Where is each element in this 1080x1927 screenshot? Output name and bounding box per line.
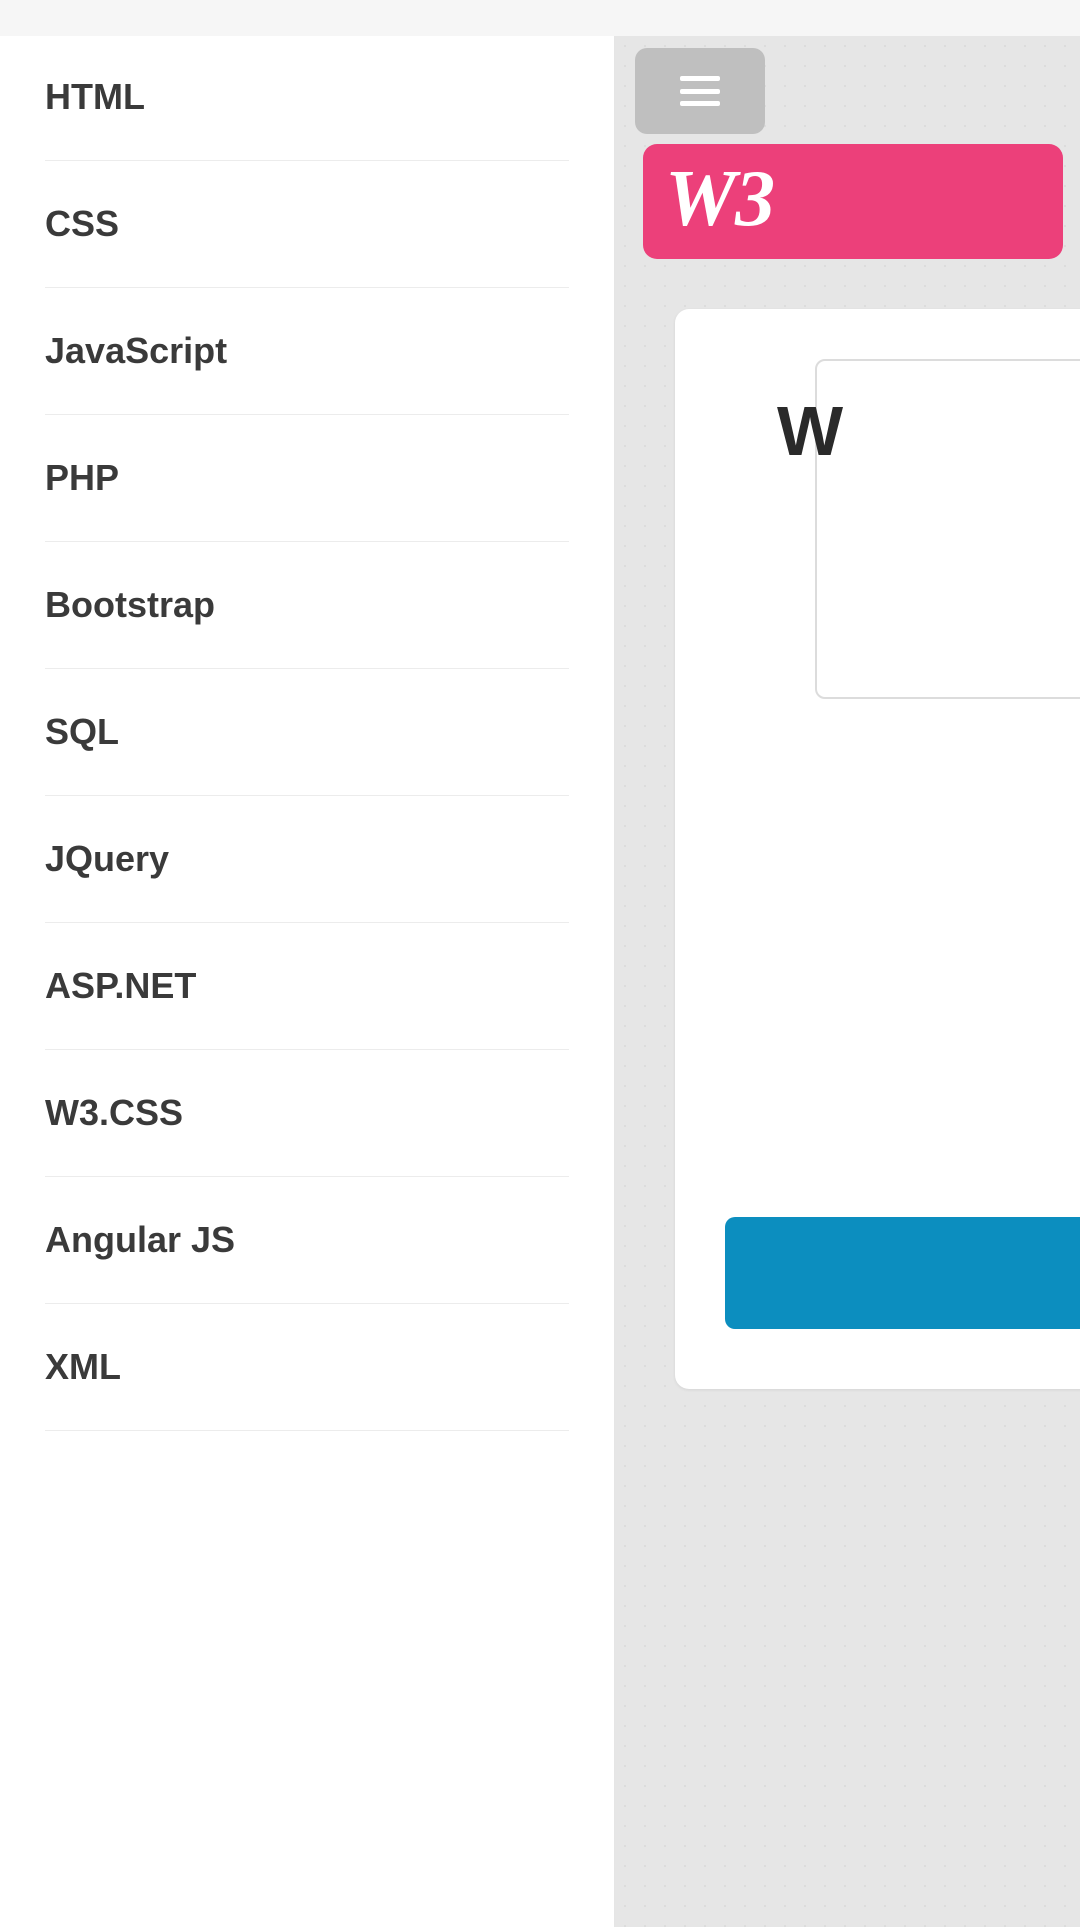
sidebar-item-sql[interactable]: SQL [45,669,569,796]
menu-toggle-button[interactable] [635,48,765,134]
hamburger-icon [680,76,720,106]
sidebar-item-label: PHP [45,457,119,498]
sidebar-item-label: HTML [45,76,145,117]
site-logo[interactable]: W3 [643,144,1063,259]
headline-box: W [815,359,1080,699]
main-area: W3 W [615,36,1080,1927]
primary-action-button[interactable] [725,1217,1080,1329]
sidebar-item-label: Bootstrap [45,584,215,625]
sidebar-item-bootstrap[interactable]: Bootstrap [45,542,569,669]
sidebar-item-label: Angular JS [45,1219,235,1260]
sidebar-item-label: W3.CSS [45,1092,183,1133]
sidebar-item-javascript[interactable]: JavaScript [45,288,569,415]
sidebar-item-label: ASP.NET [45,965,196,1006]
sidebar-item-angularjs[interactable]: Angular JS [45,1177,569,1304]
sidebar-item-html[interactable]: HTML [45,61,569,161]
top-bar [0,0,1080,36]
sidebar-item-php[interactable]: PHP [45,415,569,542]
sidebar-item-label: SQL [45,711,119,752]
sidebar-item-label: XML [45,1346,121,1387]
sidebar-item-xml[interactable]: XML [45,1304,569,1431]
sidebar-item-label: JavaScript [45,330,227,371]
sidebar-item-w3css[interactable]: W3.CSS [45,1050,569,1177]
content-card: W [675,309,1080,1389]
logo-text: W3 [665,155,774,243]
page-container: HTML CSS JavaScript PHP Bootstrap SQL JQ… [0,36,1080,1927]
sidebar-item-aspnet[interactable]: ASP.NET [45,923,569,1050]
sidebar-item-jquery[interactable]: JQuery [45,796,569,923]
sidebar-item-label: JQuery [45,838,169,879]
sidebar-item-css[interactable]: CSS [45,161,569,288]
page-headline: W [777,391,1080,471]
sidebar: HTML CSS JavaScript PHP Bootstrap SQL JQ… [0,36,615,1927]
sidebar-item-label: CSS [45,203,119,244]
